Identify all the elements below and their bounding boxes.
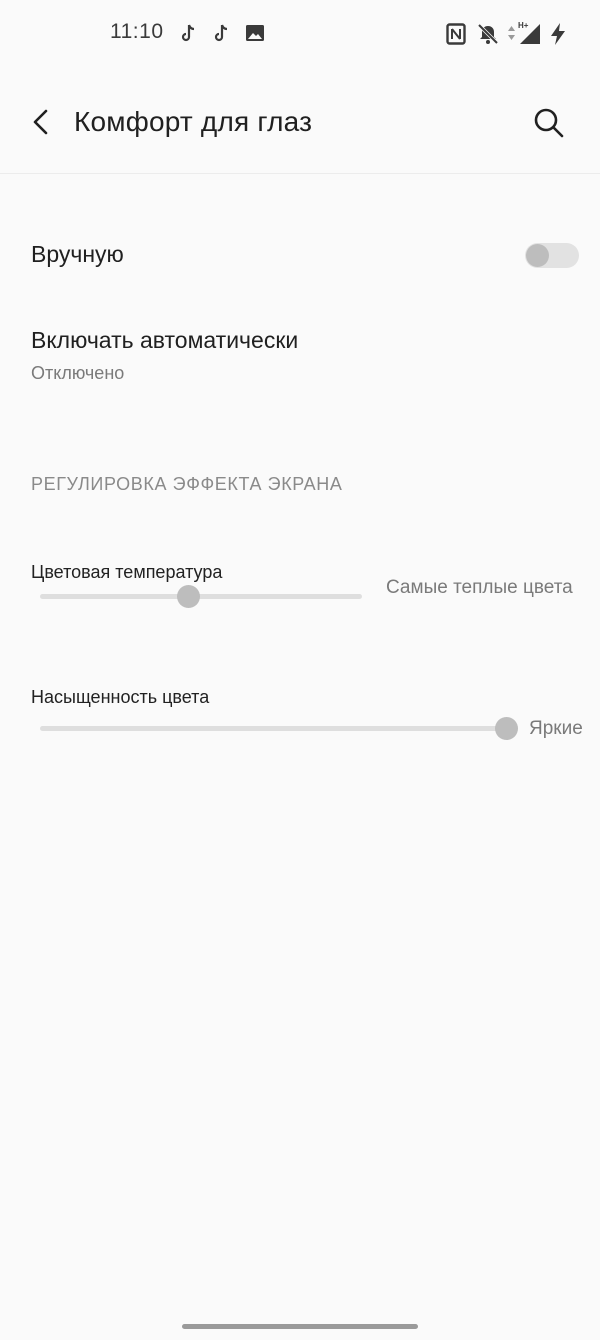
nfc-icon <box>446 23 466 50</box>
color-saturation-label: Насыщенность цвета <box>31 687 210 707</box>
color-saturation-thumb[interactable] <box>494 717 518 740</box>
image-icon <box>245 24 265 47</box>
manual-toggle[interactable] <box>525 243 579 268</box>
color-temperature-value: Самые теплые цвета <box>386 577 573 598</box>
data-arrows-icon <box>507 24 516 47</box>
auto-enable-summary: Отключено <box>31 363 125 383</box>
signal-hplus-icon: H+ <box>516 20 542 51</box>
charging-icon <box>549 22 567 51</box>
color-saturation-track[interactable] <box>40 726 506 731</box>
search-button[interactable] <box>532 106 566 140</box>
auto-enable-label: Включать автоматически <box>31 327 299 353</box>
home-indicator[interactable] <box>182 1324 418 1329</box>
app-bar: Комфорт для глаз <box>0 68 600 174</box>
status-time: 11:10 <box>110 20 164 43</box>
page-title: Комфорт для глаз <box>74 106 313 137</box>
status-bar: 11:10 H+ <box>0 0 600 68</box>
color-temperature-label: Цветовая температура <box>31 562 223 582</box>
toggle-thumb <box>526 244 549 267</box>
search-icon <box>534 108 564 138</box>
color-temperature-thumb[interactable] <box>176 585 200 608</box>
tiktok-icon <box>181 22 197 49</box>
svg-text:H+: H+ <box>518 21 529 30</box>
color-temperature-track[interactable] <box>40 594 362 599</box>
manual-setting-label: Вручную <box>31 241 124 267</box>
color-saturation-value: Яркие <box>529 718 583 739</box>
section-header: РЕГУЛИРОВКА ЭФФЕКТА ЭКРАНА <box>31 474 343 494</box>
bell-off-icon <box>477 23 499 50</box>
back-arrow-icon <box>33 109 48 135</box>
back-button[interactable] <box>26 106 58 138</box>
tiktok-icon <box>214 22 230 49</box>
